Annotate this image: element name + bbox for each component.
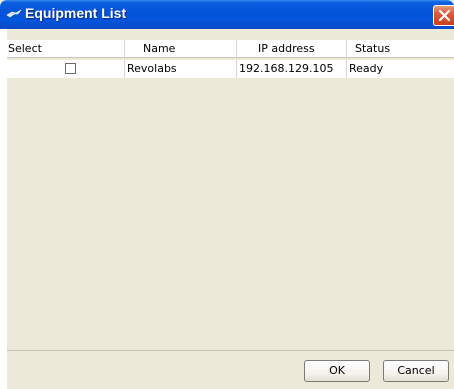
table-header: Select Name IP address Status — [7, 40, 454, 58]
column-header-select[interactable]: Select — [7, 40, 125, 57]
name-cell: Revolabs — [125, 60, 237, 78]
column-header-ip-address[interactable]: IP address — [237, 40, 347, 57]
equipment-table: Revolabs 192.168.129.105 Ready — [7, 58, 454, 350]
window-title: Equipment List — [25, 5, 127, 21]
select-cell — [7, 60, 125, 78]
table-row[interactable]: Revolabs 192.168.129.105 Ready — [7, 60, 454, 78]
ok-button[interactable]: OK — [304, 360, 370, 382]
close-button[interactable] — [433, 5, 454, 26]
cancel-button[interactable]: Cancel — [383, 360, 449, 382]
column-header-status[interactable]: Status — [347, 40, 454, 57]
app-icon — [6, 7, 22, 21]
close-icon — [438, 9, 451, 22]
footer-divider — [7, 350, 454, 351]
column-header-name[interactable]: Name — [125, 40, 237, 57]
title-bar[interactable]: Equipment List — [0, 0, 454, 29]
select-checkbox[interactable] — [65, 63, 76, 74]
window-left-edge — [0, 29, 7, 389]
ip-address-cell: 192.168.129.105 — [237, 60, 347, 78]
equipment-list-window: Equipment List Select Name IP address St… — [0, 0, 454, 389]
status-cell: Ready — [349, 62, 384, 75]
